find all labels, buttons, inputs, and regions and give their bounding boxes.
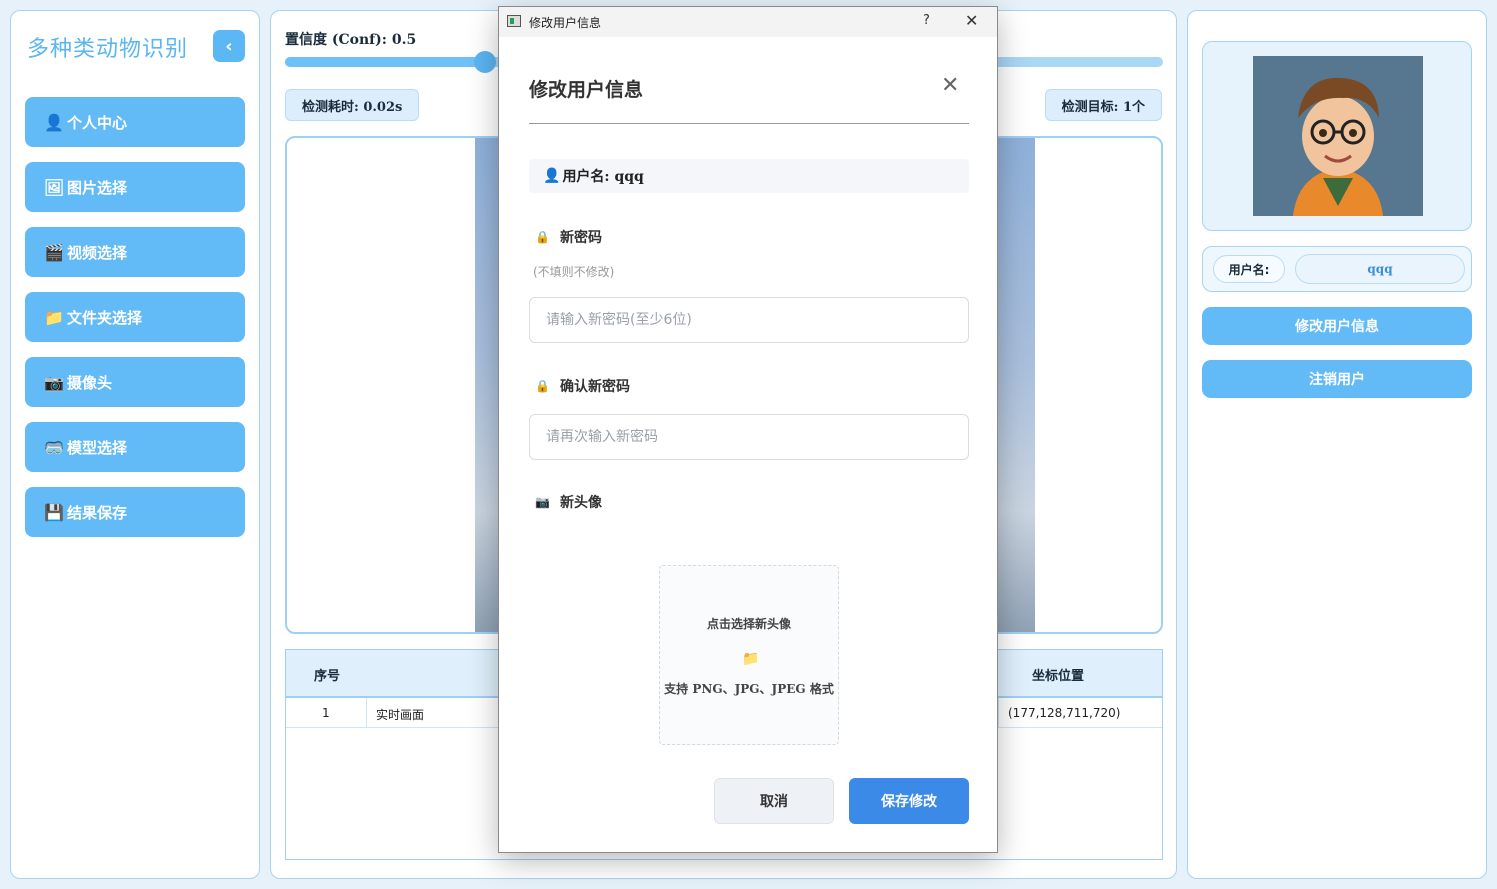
cell-coords: (177,128,711,720) <box>1008 706 1121 720</box>
cancel-button[interactable]: 取消 <box>714 778 834 824</box>
dialog-username: 👤 用户名: qqq <box>529 159 969 193</box>
confidence-slider-handle[interactable] <box>474 51 497 73</box>
sidebar-item-image-select[interactable]: 🖼 图片选择 <box>25 162 245 212</box>
cell-source: 实时画面 <box>376 708 425 722</box>
folder-icon: 📁 <box>742 651 760 667</box>
dialog-titlebar[interactable]: 修改用户信息 ? ✕ <box>499 7 997 37</box>
confirm-password-input[interactable] <box>529 414 969 460</box>
avatar-card <box>1202 41 1472 231</box>
dialog-body: 修改用户信息 ✕ 👤 用户名: qqq 🔒 新密码 (不填则不修改) 🔒 确认新… <box>501 39 995 851</box>
window-title: 修改用户信息 <box>529 16 602 30</box>
header-index: 序号 <box>314 669 341 684</box>
lock-icon: 🔒 <box>535 230 550 244</box>
new-password-label: 🔒 新密码 <box>535 230 602 246</box>
app-title: 多种类动物识别 <box>27 37 189 62</box>
camera-icon: 📷 <box>44 372 64 392</box>
sidebar-item-folder-select[interactable]: 📁 文件夹选择 <box>25 292 245 342</box>
sidebar-item-label: 模型选择 <box>67 438 128 457</box>
lock-icon: 🔒 <box>535 379 550 393</box>
model-icon: 🥽 <box>44 437 64 457</box>
image-icon: 🖼 <box>43 177 65 197</box>
cartoon-boy-avatar-icon <box>1253 56 1423 216</box>
logout-button[interactable]: 注销用户 <box>1202 360 1472 398</box>
cell-index: 1 <box>322 706 330 720</box>
sidebar-item-profile[interactable]: 👤 个人中心 <box>25 97 245 147</box>
sidebar-item-model-select[interactable]: 🥽 模型选择 <box>25 422 245 472</box>
sidebar-item-save-results[interactable]: 💾 结果保存 <box>25 487 245 537</box>
sidebar-item-label: 图片选择 <box>67 178 128 197</box>
close-icon[interactable]: ✕ <box>941 73 959 98</box>
window-close-icon[interactable]: ✕ <box>965 11 978 30</box>
upload-title: 点击选择新头像 <box>706 617 791 631</box>
user-icon: 👤 <box>44 112 64 132</box>
confidence-label: 置信度 (Conf): 0.5 <box>285 32 417 48</box>
divider <box>529 123 969 124</box>
edit-user-button[interactable]: 修改用户信息 <box>1202 307 1472 345</box>
sidebar: 多种类动物识别 ‹ 👤 个人中心 🖼 图片选择 🎬 视频选择 📁 文件夹选择 📷… <box>10 10 260 879</box>
sidebar-item-label: 视频选择 <box>67 243 128 262</box>
username-value: qqq <box>1295 254 1465 284</box>
window-app-icon <box>507 15 521 27</box>
upload-formats: 支持 PNG、JPG、JPEG 格式 <box>664 682 834 696</box>
video-icon: 🎬 <box>44 242 64 262</box>
header-coords: 坐标位置 <box>1032 669 1085 684</box>
chevron-left-icon: ‹ <box>225 35 233 57</box>
avatar <box>1253 56 1423 216</box>
edit-user-dialog: 修改用户信息 ? ✕ 修改用户信息 ✕ 👤 用户名: qqq 🔒 新密码 (不填… <box>498 6 998 853</box>
sidebar-item-label: 摄像头 <box>67 373 113 392</box>
sidebar-item-label: 结果保存 <box>67 503 128 522</box>
avatar-upload-box[interactable]: 点击选择新头像 📁 支持 PNG、JPG、JPEG 格式 <box>659 565 839 745</box>
sidebar-item-video-select[interactable]: 🎬 视频选择 <box>25 227 245 277</box>
dialog-heading: 修改用户信息 <box>529 79 644 101</box>
user-panel: 用户名: qqq 修改用户信息 注销用户 <box>1187 10 1487 879</box>
save-icon: 💾 <box>44 502 64 522</box>
username-label: 用户名: <box>1213 255 1285 283</box>
dialog-username-text: 用户名: qqq <box>562 169 644 185</box>
save-changes-button[interactable]: 保存修改 <box>849 778 969 824</box>
sidebar-item-label: 文件夹选择 <box>67 308 143 327</box>
camera-icon: 📷 <box>535 495 550 509</box>
username-row: 用户名: qqq <box>1202 246 1472 292</box>
confidence-slider-fill <box>285 57 479 67</box>
new-password-input[interactable] <box>529 297 969 343</box>
folder-icon: 📁 <box>44 307 64 327</box>
collapse-sidebar-button[interactable]: ‹ <box>213 30 245 62</box>
detect-time-chip: 检测耗时: 0.02s <box>285 89 420 121</box>
help-icon[interactable]: ? <box>923 13 930 28</box>
sidebar-item-camera[interactable]: 📷 摄像头 <box>25 357 245 407</box>
confirm-password-label: 🔒 确认新密码 <box>535 379 630 395</box>
sidebar-item-label: 个人中心 <box>67 113 128 132</box>
new-password-hint: (不填则不修改) <box>533 265 615 279</box>
new-avatar-label: 📷 新头像 <box>535 495 602 511</box>
detect-count-chip: 检测目标: 1个 <box>1044 89 1162 121</box>
user-icon: 👤 <box>543 168 561 184</box>
